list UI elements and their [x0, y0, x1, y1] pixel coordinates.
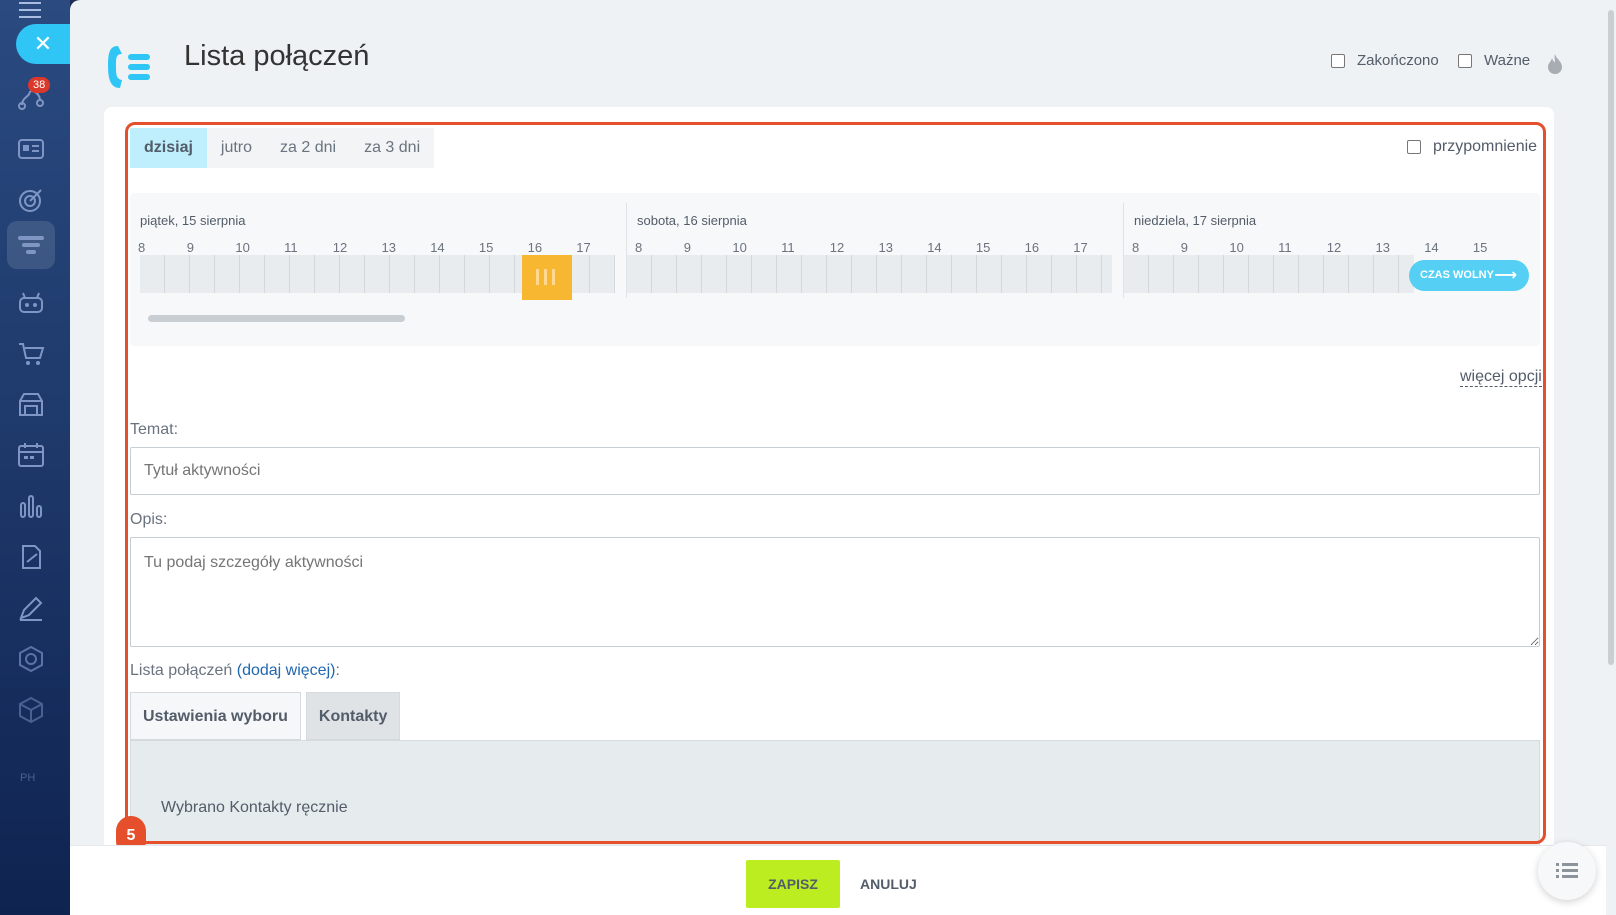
- list-menu-icon: [1556, 863, 1578, 878]
- left-sidebar: ✕ 38 PH: [0, 0, 70, 915]
- menu-icon[interactable]: [19, 2, 41, 20]
- crm-card-icon[interactable]: [16, 134, 46, 164]
- close-slider-button[interactable]: ✕: [16, 24, 70, 64]
- completed-checkbox-box[interactable]: [1331, 53, 1345, 68]
- footer-bar: ZAPISZ ANULUJ: [70, 845, 1606, 915]
- pen-icon[interactable]: [16, 593, 46, 623]
- important-checkbox[interactable]: Ważne: [1458, 52, 1530, 69]
- call-list-logo-icon: [104, 44, 154, 90]
- robot-icon[interactable]: [16, 287, 46, 317]
- save-button[interactable]: ZAPISZ: [746, 860, 840, 908]
- calendar-icon[interactable]: [16, 440, 46, 470]
- cancel-button[interactable]: ANULUJ: [860, 860, 917, 908]
- document-sign-icon[interactable]: [16, 542, 46, 572]
- chart-icon[interactable]: [16, 491, 46, 521]
- important-label: Ważne: [1484, 52, 1531, 69]
- target-icon[interactable]: [16, 185, 46, 215]
- notification-badge: 38: [28, 77, 51, 93]
- flame-icon: [1546, 53, 1564, 75]
- box-icon[interactable]: [16, 695, 46, 725]
- page-title: Lista połączeń: [184, 40, 370, 72]
- store-icon[interactable]: [16, 389, 46, 419]
- menu-fab-button[interactable]: [1538, 842, 1596, 900]
- highlight-frame: [125, 122, 1546, 844]
- page-scrollbar[interactable]: [1606, 0, 1616, 915]
- activity-slider: Lista połączeń Zakończono Ważne dzisiaj …: [70, 0, 1606, 915]
- completed-checkbox[interactable]: Zakończono: [1331, 52, 1439, 69]
- completed-label: Zakończono: [1357, 52, 1439, 69]
- filter-icon[interactable]: [7, 221, 55, 269]
- important-checkbox-box[interactable]: [1458, 53, 1472, 68]
- cart-icon[interactable]: [16, 338, 46, 368]
- settings-hex-icon[interactable]: [16, 644, 46, 674]
- sidebar-bottom-label: PH: [20, 772, 36, 784]
